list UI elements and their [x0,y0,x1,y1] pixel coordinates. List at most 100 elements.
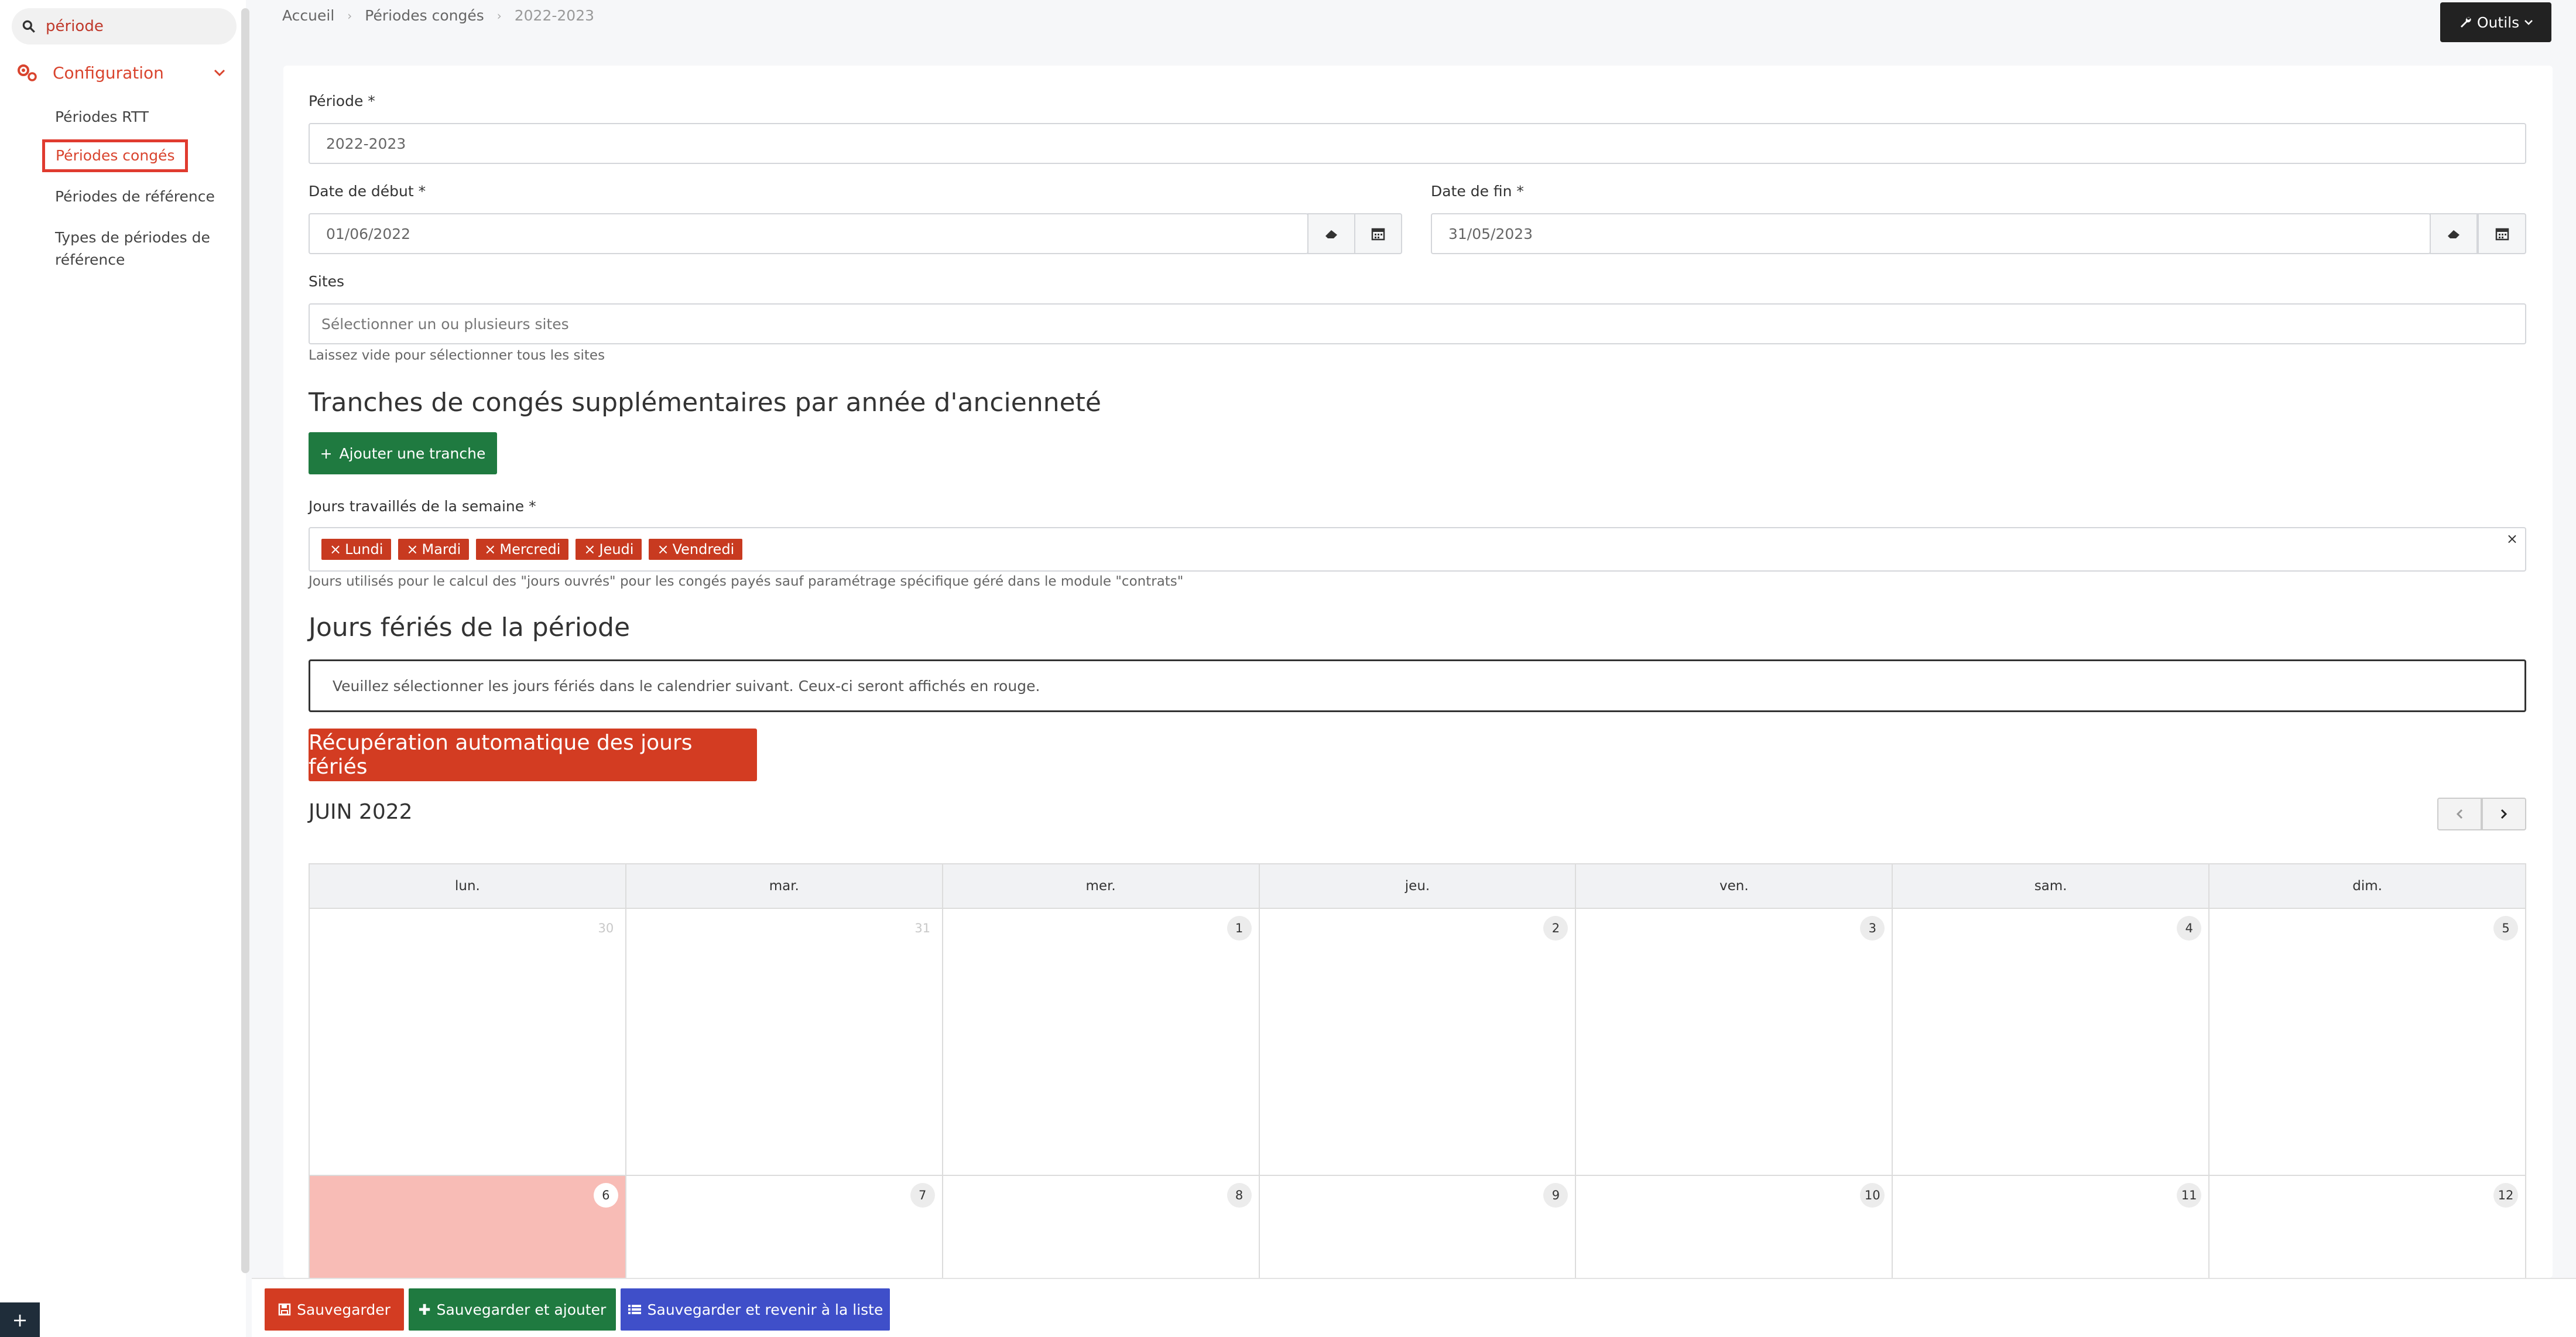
calendar-day-cell[interactable]: 5 [2210,909,2525,1175]
jours-select[interactable]: × Lundi × Mardi × Mercredi × Jeudi × Vendredi… [309,527,2526,572]
day-number: 2 [1543,916,1568,941]
date-debut-label: Date de début * [309,183,426,200]
calendar-day-cell[interactable]: 8 [943,1176,1260,1293]
calendar-next-button[interactable] [2482,798,2526,830]
chevron-left-icon [2456,809,2463,819]
save-add-label: Sauvegarder et ajouter [436,1301,607,1318]
tag-mercredi[interactable]: × Mercredi [476,539,569,560]
tag-jeudi[interactable]: × Jeudi [576,539,642,560]
tag-label: Mercredi [499,541,561,558]
breadcrumb-section[interactable]: Périodes congés [365,7,484,24]
clear-all-icon[interactable]: × [2506,531,2518,547]
eraser-icon [1325,230,1337,238]
tag-label: Jeudi [599,541,634,558]
chevron-right-icon [2500,809,2508,819]
day-number: 4 [2177,916,2202,941]
remove-icon[interactable]: × [584,541,595,558]
date-fin-calendar-button[interactable] [2478,213,2526,254]
remove-icon[interactable]: × [330,541,341,558]
sites-select[interactable]: Sélectionner un ou plusieurs sites [309,303,2526,344]
calendar-day-cell[interactable]: 11 [1893,1176,2210,1293]
day-number: 30 [598,921,614,935]
sidebar-item-label-line2: référence [55,251,125,268]
date-debut-clear-button[interactable] [1307,213,1355,254]
breadcrumb-separator: › [496,8,502,23]
day-number: 11 [2177,1183,2202,1208]
jours-label: Jours travaillés de la semaine * [309,498,536,515]
feries-title: Jours fériés de la période [309,613,631,642]
calendar-day-cell[interactable]: 4 [1893,909,2210,1175]
tag-label: Mardi [422,541,461,558]
calendar-weekday-header: lun. mar. mer. jeu. ven. sam. dim. [310,864,2525,909]
expand-button[interactable]: + [0,1302,40,1337]
calendar-day-cell[interactable]: 12 [2210,1176,2525,1293]
plus-icon: + [320,444,333,462]
sites-help: Laissez vide pour sélectionner tous les … [309,348,605,363]
tag-label: Lundi [345,541,383,558]
remove-icon[interactable]: × [657,541,669,558]
breadcrumb-home[interactable]: Accueil [282,7,334,24]
search-input[interactable] [46,18,233,35]
calendar-day-cell[interactable]: 2 [1260,909,1577,1175]
day-number: 8 [1227,1183,1252,1208]
save-button[interactable]: Sauvegarder [265,1288,404,1331]
tag-mardi[interactable]: × Mardi [398,539,470,560]
calendar-day-cell-holiday[interactable]: 6 [310,1176,626,1293]
calendar-prev-button[interactable] [2437,798,2482,830]
day-number: 1 [1227,916,1252,941]
periode-input[interactable]: 2022-2023 [309,123,2526,164]
feries-notice: Veuillez sélectionner les jours fériés d… [309,659,2526,712]
date-debut-calendar-button[interactable] [1354,213,1402,254]
breadcrumb: Accueil › Périodes congés › 2022-2023 [282,7,594,24]
floppy-icon [278,1303,291,1316]
calendar-day-cell[interactable]: 10 [1576,1176,1893,1293]
plus-icon: ✚ [418,1301,431,1318]
tag-vendredi[interactable]: × Vendredi [649,539,743,560]
day-number: 10 [1860,1183,1885,1208]
calendar-day-cell[interactable]: 7 [626,1176,943,1293]
sidebar-item-periodes-rtt[interactable]: Périodes RTT [55,106,149,128]
weekday-thu: jeu. [1260,864,1577,908]
calendar-week-2: 6 7 8 9 10 11 12 [310,1176,2525,1293]
date-fin-input[interactable]: 31/05/2023 [1431,213,2431,254]
day-number: 5 [2493,916,2519,941]
periode-label: Période * [309,93,375,110]
sidebar-item-periodes-conges[interactable]: Périodes congés [42,139,189,172]
remove-icon[interactable]: × [484,541,496,558]
date-fin-clear-button[interactable] [2430,213,2478,254]
calendar-day-cell[interactable]: 3 [1576,909,1893,1175]
gears-icon [18,64,37,81]
sidebar-scrollbar[interactable] [241,8,249,1273]
date-debut-input[interactable]: 01/06/2022 [309,213,1308,254]
remove-icon[interactable]: × [406,541,418,558]
calendar-month-title: JUIN 2022 [309,800,413,824]
calendar-grid: lun. mar. mer. jeu. ven. sam. dim. 30 31… [309,863,2526,1294]
day-number: 12 [2493,1183,2519,1208]
calendar-day-cell[interactable]: 30 [310,909,626,1175]
add-tranche-label: Ajouter une tranche [339,444,486,462]
auto-recup-button[interactable]: Récupération automatique des jours férié… [309,729,757,781]
day-number: 3 [1860,916,1885,941]
save-and-add-button[interactable]: ✚ Sauvegarder et ajouter [409,1288,616,1331]
tools-button[interactable]: Outils [2440,2,2551,42]
sidebar-item-configuration[interactable]: Configuration [16,56,234,89]
tag-label: Vendredi [672,541,735,558]
day-number: 31 [914,921,931,935]
sidebar-item-label: Types de périodes de [55,229,210,246]
wrench-icon [2460,17,2471,28]
weekday-wed: mer. [943,864,1260,908]
calendar-day-cell[interactable]: 1 [943,909,1260,1175]
save-and-return-button[interactable]: Sauvegarder et revenir à la liste [621,1288,890,1331]
calendar-day-cell[interactable]: 31 [626,909,943,1175]
search-icon [22,20,35,33]
sidebar-item-periodes-reference[interactable]: Périodes de référence [55,186,215,208]
calendar-day-cell[interactable]: 9 [1260,1176,1577,1293]
day-number: 9 [1543,1183,1568,1208]
save-label: Sauvegarder [297,1301,390,1318]
add-tranche-button[interactable]: + Ajouter une tranche [309,432,497,474]
tag-lundi[interactable]: × Lundi [321,539,392,560]
sidebar-item-types-periodes-reference[interactable]: Types de périodes de référence [55,227,210,271]
chevron-down-icon [214,69,225,77]
breadcrumb-separator: › [347,8,352,23]
sidebar-search[interactable] [12,8,237,45]
